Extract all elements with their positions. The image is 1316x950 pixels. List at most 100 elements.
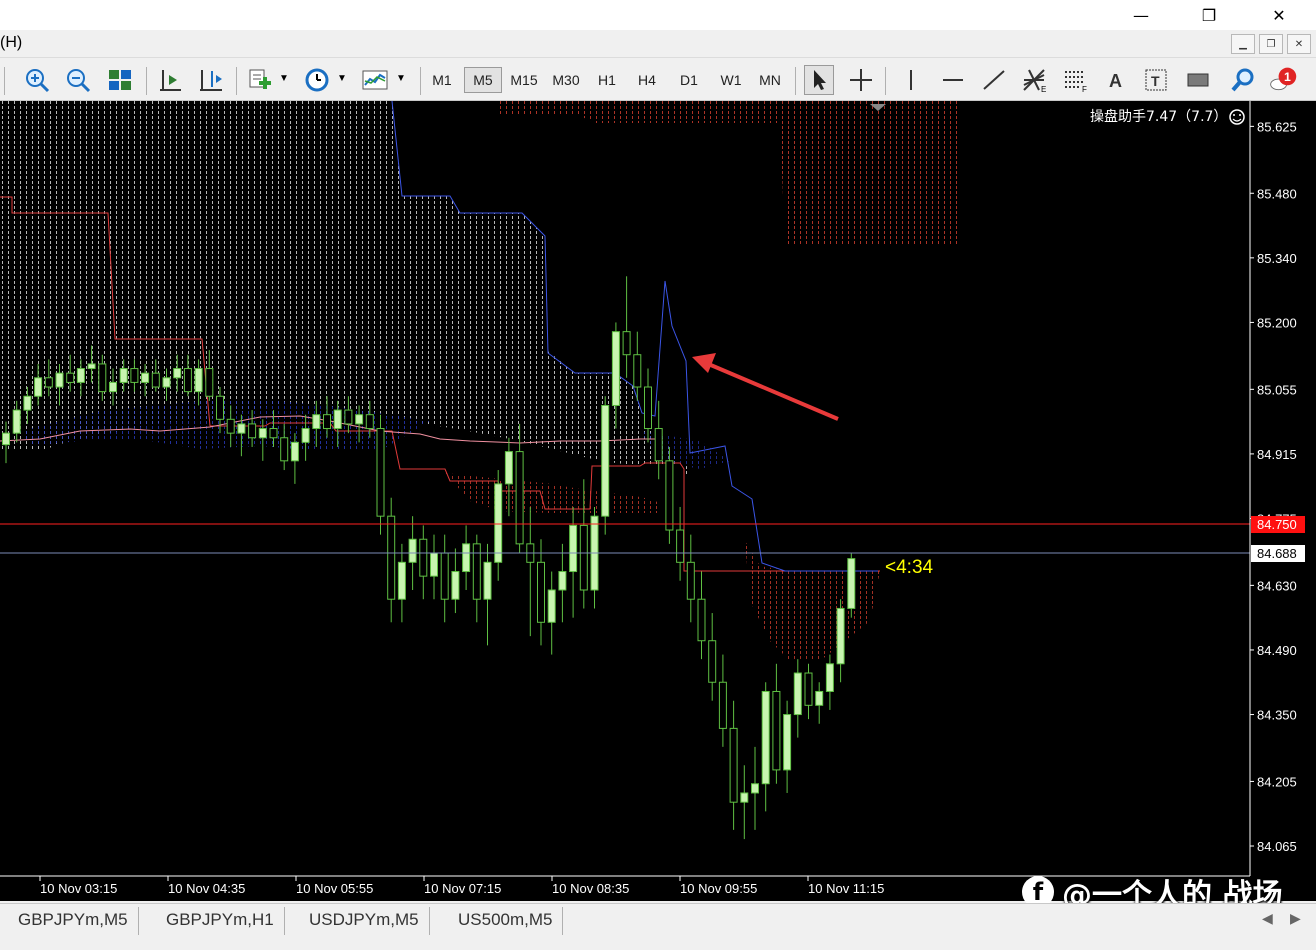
bull-candle <box>751 783 759 794</box>
time-tick-label: 10 Nov 07:15 <box>424 881 501 896</box>
price-tick-label: 85.200 <box>1257 315 1297 330</box>
zoom-out-icon[interactable] <box>63 65 93 95</box>
cursor-icon[interactable] <box>804 65 834 95</box>
timeframe-h4[interactable]: H4 <box>628 67 666 93</box>
bear-candle <box>804 672 813 706</box>
vertical-line-icon[interactable] <box>896 65 926 95</box>
dropdown-arrow-icon[interactable]: ▼ <box>279 73 289 84</box>
chat-icon[interactable]: 1 <box>1268 65 1298 95</box>
bull-candle <box>12 409 21 434</box>
toolbar-separator <box>795 67 796 95</box>
bear-candle <box>183 368 192 393</box>
bear-candle <box>248 423 257 439</box>
chart-shift-icon[interactable] <box>155 65 185 95</box>
close-button[interactable]: ✕ <box>1256 0 1302 30</box>
bull-candle <box>761 690 770 785</box>
tile-windows-icon[interactable] <box>105 65 135 95</box>
bear-candle <box>280 437 289 462</box>
timeframe-d1[interactable]: D1 <box>670 67 708 93</box>
text-icon[interactable]: A <box>1101 65 1131 95</box>
trendline-icon[interactable] <box>979 65 1009 95</box>
rectangle-icon[interactable] <box>1183 65 1213 95</box>
timeframe-m15[interactable]: M15 <box>505 67 543 93</box>
bull-candle <box>611 331 620 406</box>
bear-candle <box>216 395 224 420</box>
toolbar-separator <box>420 67 421 95</box>
price-tick-label: 84.205 <box>1257 774 1297 789</box>
tab-usdjpym-m5[interactable]: USDJPYm,M5 <box>299 907 430 935</box>
bear-candle <box>387 515 396 600</box>
menu-help[interactable]: (H) <box>0 34 22 52</box>
bull-candle <box>504 451 513 485</box>
title-bar: — ❐ ✕ <box>0 0 1316 30</box>
price-tick-label: 84.630 <box>1257 578 1297 593</box>
bear-candle <box>226 418 235 434</box>
bull-candle <box>23 395 32 411</box>
gann-fan-icon[interactable]: E <box>1020 65 1050 95</box>
fibonacci-icon[interactable]: F <box>1061 65 1091 95</box>
bull-candle <box>825 663 834 692</box>
timeframe-m1[interactable]: M1 <box>423 67 461 93</box>
bull-candle <box>793 672 802 716</box>
bull-candle <box>194 368 203 393</box>
bull-candle <box>355 414 364 425</box>
bear-candle <box>729 727 738 803</box>
timeframe-m30[interactable]: M30 <box>547 67 585 93</box>
bull-candle <box>2 432 10 446</box>
mdi-minimize-button[interactable]: ▁ <box>1231 34 1255 54</box>
templates-icon[interactable] <box>360 65 390 95</box>
svg-text:T: T <box>1151 73 1160 89</box>
text-label-icon[interactable]: T <box>1141 65 1171 95</box>
new-indicator-icon[interactable] <box>245 65 275 95</box>
bear-candle <box>772 690 781 771</box>
bull-candle <box>408 538 417 563</box>
bear-candle <box>151 372 160 388</box>
bull-candle <box>494 483 503 563</box>
bear-candle <box>419 538 428 577</box>
tab-gbpjpym-m5[interactable]: GBPJPYm,M5 <box>8 907 139 935</box>
toolbar-separator <box>885 67 886 95</box>
toolbar-separator <box>236 67 237 95</box>
tab-scroll-right-icon[interactable]: ▶ <box>1290 910 1301 927</box>
timeframe-w1[interactable]: W1 <box>712 67 750 93</box>
toolbar-separator <box>4 67 5 95</box>
chart-canvas[interactable]: <4:34 操盘助手7.47（7.7） 85.62585.48085.34085… <box>0 101 1316 901</box>
autoscroll-icon[interactable] <box>196 65 226 95</box>
bear-candle <box>269 428 278 439</box>
mt4-window: — ❐ ✕ (H) ▁ ❐ ✕ ▼ ▼ ▼ M1 M5 M15 M30 H1 H… <box>0 0 1316 950</box>
search-icon[interactable] <box>1228 65 1258 95</box>
status-strip <box>0 937 1316 950</box>
bull-candle <box>462 543 471 573</box>
tab-scroll-left-icon[interactable]: ◀ <box>1262 910 1273 927</box>
minimize-button[interactable]: — <box>1118 0 1164 30</box>
restore-button[interactable]: ❐ <box>1186 0 1232 30</box>
horizontal-line-icon[interactable] <box>938 65 968 95</box>
timeframe-m5[interactable]: M5 <box>464 67 502 93</box>
dropdown-arrow-icon[interactable]: ▼ <box>396 73 406 84</box>
crosshair-icon[interactable] <box>846 65 876 95</box>
bear-candle <box>622 331 631 356</box>
price-tick-label: 84.915 <box>1257 447 1297 462</box>
timeframe-mn[interactable]: MN <box>751 67 789 93</box>
bear-candle <box>579 524 588 591</box>
time-tick-label: 10 Nov 09:55 <box>680 881 757 896</box>
mdi-restore-button[interactable]: ❐ <box>1259 34 1283 54</box>
tab-gbpjpym-h1[interactable]: GBPJPYm,H1 <box>156 907 285 935</box>
tab-us500m-m5[interactable]: US500m,M5 <box>448 907 564 935</box>
bull-candle <box>141 372 150 383</box>
timeframe-h1[interactable]: H1 <box>588 67 626 93</box>
bear-candle <box>633 354 642 388</box>
bull-candle <box>312 414 321 430</box>
dropdown-arrow-icon[interactable]: ▼ <box>337 73 347 84</box>
bear-candle <box>130 368 139 383</box>
bear-candle <box>323 414 331 430</box>
mdi-close-button[interactable]: ✕ <box>1287 34 1311 54</box>
periods-clock-icon[interactable] <box>302 65 332 95</box>
price-chart[interactable]: <4:34 操盘助手7.47（7.7） 85.625 85.480 85.340 85… <box>0 101 1316 901</box>
price-tick-label: 84.350 <box>1257 708 1297 723</box>
bull-candle <box>237 423 246 434</box>
zoom-in-icon[interactable] <box>22 65 52 95</box>
price-tick-label: 85.480 <box>1257 186 1297 201</box>
bear-candle <box>365 414 374 430</box>
svg-text:E: E <box>1041 85 1046 93</box>
